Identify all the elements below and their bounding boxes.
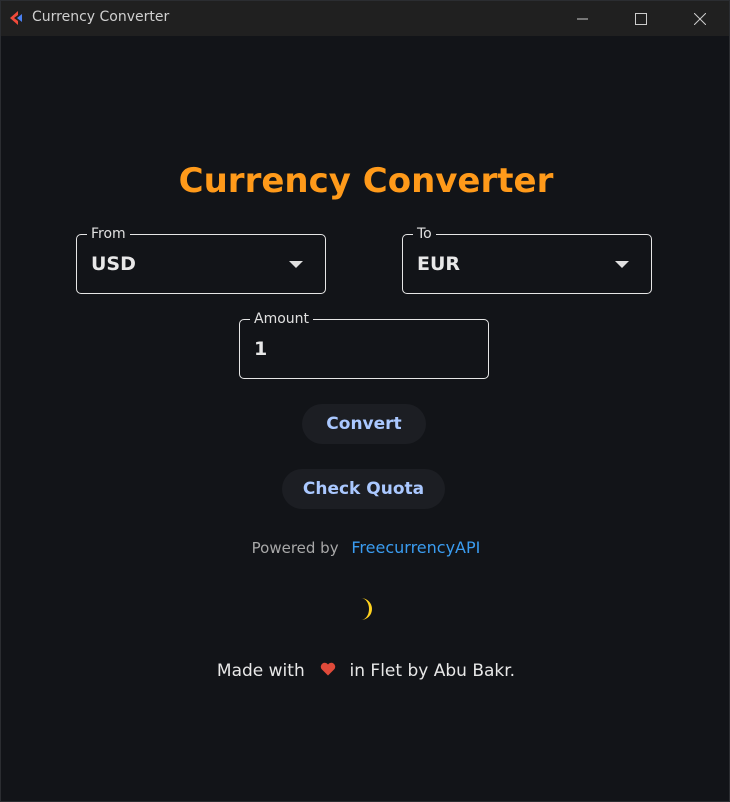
amount-label: Amount bbox=[250, 310, 314, 328]
api-link[interactable]: FreecurrencyAPI bbox=[351, 538, 480, 557]
footer-credit: Made with in Flet by Abu Bakr. bbox=[1, 661, 729, 681]
powered-by-text: Powered by bbox=[251, 539, 339, 557]
app-window: Currency Converter Currency Converter Fr… bbox=[0, 0, 730, 802]
amount-input[interactable]: Amount 1 bbox=[239, 310, 489, 379]
footer-text-start: Made with bbox=[216, 661, 305, 681]
dropdown-arrow-icon bbox=[289, 261, 303, 268]
close-icon bbox=[694, 12, 706, 25]
window-title: Currency Converter bbox=[32, 9, 170, 25]
from-value: USD bbox=[91, 253, 136, 275]
page-title: Currency Converter bbox=[178, 161, 554, 201]
from-label: From bbox=[87, 225, 130, 243]
from-currency-dropdown[interactable]: From USD bbox=[76, 225, 326, 294]
check-quota-button[interactable]: Check Quota bbox=[282, 469, 445, 509]
title-bar[interactable]: Currency Converter bbox=[1, 1, 729, 36]
amount-value[interactable]: 1 bbox=[254, 338, 267, 360]
to-label: To bbox=[413, 225, 436, 243]
moon-icon[interactable] bbox=[352, 596, 376, 622]
powered-by-line: Powered by FreecurrencyAPI bbox=[1, 538, 729, 557]
heart-icon bbox=[320, 662, 336, 676]
convert-button[interactable]: Convert bbox=[302, 404, 426, 444]
close-button[interactable] bbox=[671, 1, 729, 36]
dropdown-arrow-icon bbox=[615, 261, 629, 268]
to-currency-dropdown[interactable]: To EUR bbox=[402, 225, 652, 294]
flet-logo-icon bbox=[10, 11, 22, 25]
footer-text-end: in Flet by Abu Bakr. bbox=[349, 661, 516, 681]
minimize-button[interactable] bbox=[554, 1, 612, 36]
maximize-icon bbox=[635, 12, 647, 25]
to-value: EUR bbox=[417, 253, 461, 275]
minimize-icon bbox=[577, 18, 588, 19]
maximize-button[interactable] bbox=[612, 1, 670, 36]
